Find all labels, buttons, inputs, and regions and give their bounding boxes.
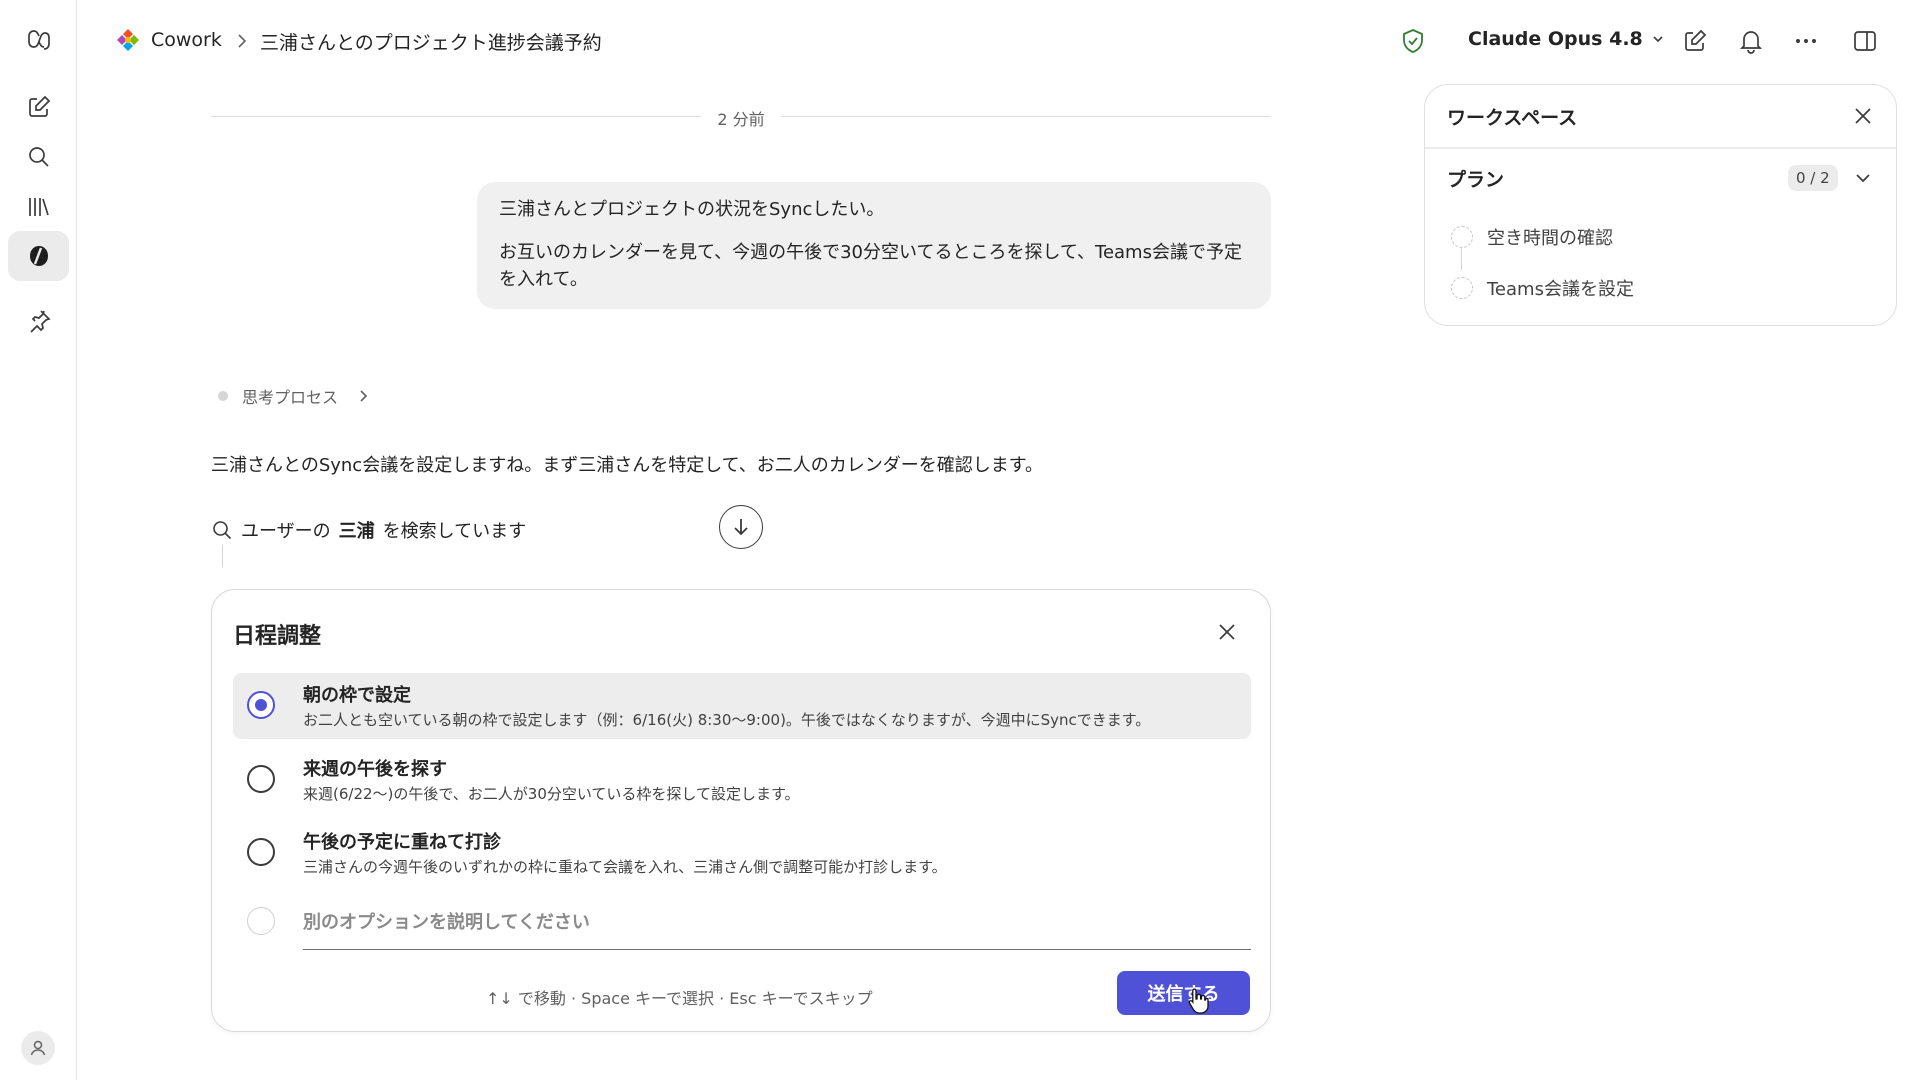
hand-cursor-icon (1188, 988, 1209, 1014)
more-icon[interactable] (1793, 28, 1819, 54)
profile-avatar[interactable] (21, 1031, 55, 1065)
app-name: Cowork (151, 29, 222, 51)
brand[interactable]: Cowork (115, 27, 222, 53)
chevron-right-icon (360, 390, 368, 402)
option-description: 来週(6/22〜)の午後で、お二人が30分空いている枠を探して設定します。 (303, 785, 800, 803)
keyboard-hint: ↑↓ で移動 · Space キーで選択 · Esc キーでスキップ (486, 989, 873, 1008)
submit-button[interactable]: 送信する (1117, 971, 1250, 1015)
model-label: Claude Opus 4.8 (1468, 28, 1643, 50)
divider (1425, 147, 1896, 149)
option-title: 午後の予定に重ねて打診 (303, 832, 501, 853)
other-option-radio[interactable] (247, 907, 275, 935)
library-icon[interactable] (8, 182, 69, 232)
option-morning-slot[interactable]: 朝の枠で設定 お二人とも空いている朝の枠で設定します（例：6/16(火) 8:3… (233, 673, 1251, 739)
radio-button[interactable] (247, 838, 275, 866)
compose-icon[interactable] (1682, 28, 1708, 54)
pending-circle-icon (1451, 277, 1473, 299)
pin-icon[interactable] (8, 296, 69, 346)
timestamp-divider: 2 分前 (211, 106, 1271, 129)
plan-item: Teams会議を設定 (1451, 275, 1634, 301)
tool-call-prefix: ユーザーの (241, 521, 331, 542)
tool-call-connector (222, 545, 223, 567)
scroll-to-bottom-button[interactable] (719, 505, 763, 549)
plan-item-label: 空き時間の確認 (1487, 228, 1613, 249)
conversation-title[interactable]: 三浦さんとのプロジェクト進捗会議予約 (260, 28, 602, 55)
option-title: 来週の午後を探す (303, 759, 447, 780)
bell-icon[interactable] (1738, 28, 1764, 54)
arrow-down-icon (734, 519, 748, 536)
cowork-icon[interactable] (8, 231, 69, 281)
pending-circle-icon (1451, 226, 1473, 248)
close-icon[interactable] (1852, 105, 1874, 127)
plan-count-badge: 0 / 2 (1788, 165, 1838, 191)
tool-call-suffix: を検索しています (382, 521, 527, 542)
top-bar: Cowork 三浦さんとのプロジェクト進捗会議予約 Claude Opus 4.… (77, 0, 1920, 82)
plan-label[interactable]: プラン (1447, 165, 1504, 192)
left-rail (0, 0, 77, 1080)
option-description: 三浦さんの今週午後のいずれかの枠に重ねて会議を入れ、三浦さん側で調整可能か打診し… (303, 858, 947, 876)
thinking-toggle[interactable]: 思考プロセス (218, 384, 370, 408)
radio-button[interactable] (247, 765, 275, 793)
timestamp: 2 分前 (707, 110, 775, 129)
app-logo-icon[interactable] (8, 14, 69, 64)
workspace-title: ワークスペース (1447, 107, 1578, 129)
other-option-input[interactable]: 別のオプションを説明してください (303, 908, 590, 934)
option-description: お二人とも空いている朝の枠で設定します（例：6/16(火) 8:30〜9:00)… (303, 711, 1151, 729)
user-message-line: 三浦さんとプロジェクトの状況をSyncしたい。 (499, 199, 885, 220)
workspace-panel: ワークスペース プラン 0 / 2 空き時間の確認 Teams会議を設定 (1424, 84, 1897, 326)
plan-item: 空き時間の確認 (1451, 224, 1613, 250)
schedule-question-card: 日程調整 朝の枠で設定 お二人とも空いている朝の枠で設定します（例：6/16(火… (211, 589, 1271, 1032)
thinking-label: 思考プロセス (242, 388, 339, 407)
option-title: 朝の枠で設定 (303, 685, 411, 706)
option-next-week-afternoon[interactable]: 来週の午後を探す 来週(6/22〜)の午後で、お二人が30分空いている枠を探して… (233, 747, 1251, 813)
chevron-down-icon (1653, 36, 1663, 43)
new-chat-icon[interactable] (8, 82, 69, 132)
search-icon (213, 521, 232, 540)
shield-check-icon[interactable] (1400, 28, 1426, 54)
search-icon[interactable] (8, 132, 69, 182)
close-icon[interactable] (1216, 621, 1238, 643)
thinking-dot-icon (218, 391, 228, 401)
user-message: 三浦さんとプロジェクトの状況をSyncしたい。 お互いのカレンダーを見て、今週の… (477, 182, 1271, 309)
card-title: 日程調整 (233, 624, 322, 649)
radio-button[interactable] (247, 691, 275, 719)
plan-connector (1461, 248, 1462, 270)
tool-call-search[interactable]: ユーザーの 三浦 を検索しています (211, 517, 526, 543)
option-overlap-afternoon[interactable]: 午後の予定に重ねて打診 三浦さんの今週午後のいずれかの枠に重ねて会議を入れ、三浦… (233, 820, 1251, 886)
other-option-underline (303, 949, 1251, 950)
tool-call-query: 三浦 (338, 521, 375, 542)
cowork-logo-icon (117, 29, 139, 51)
chevron-right-icon (238, 34, 247, 48)
plan-item-label: Teams会議を設定 (1487, 279, 1634, 300)
user-message-line: お互いのカレンダーを見て、今週の午後で30分空いてるところを探して、Teams会… (499, 242, 1242, 290)
assistant-message: 三浦さんとのSync会議を設定しますね。まず三浦さんを特定して、お二人のカレンダ… (211, 455, 1043, 476)
model-selector[interactable]: Claude Opus 4.8 (1468, 28, 1665, 50)
chevron-down-icon[interactable] (1854, 169, 1872, 187)
side-panel-icon[interactable] (1852, 28, 1878, 54)
